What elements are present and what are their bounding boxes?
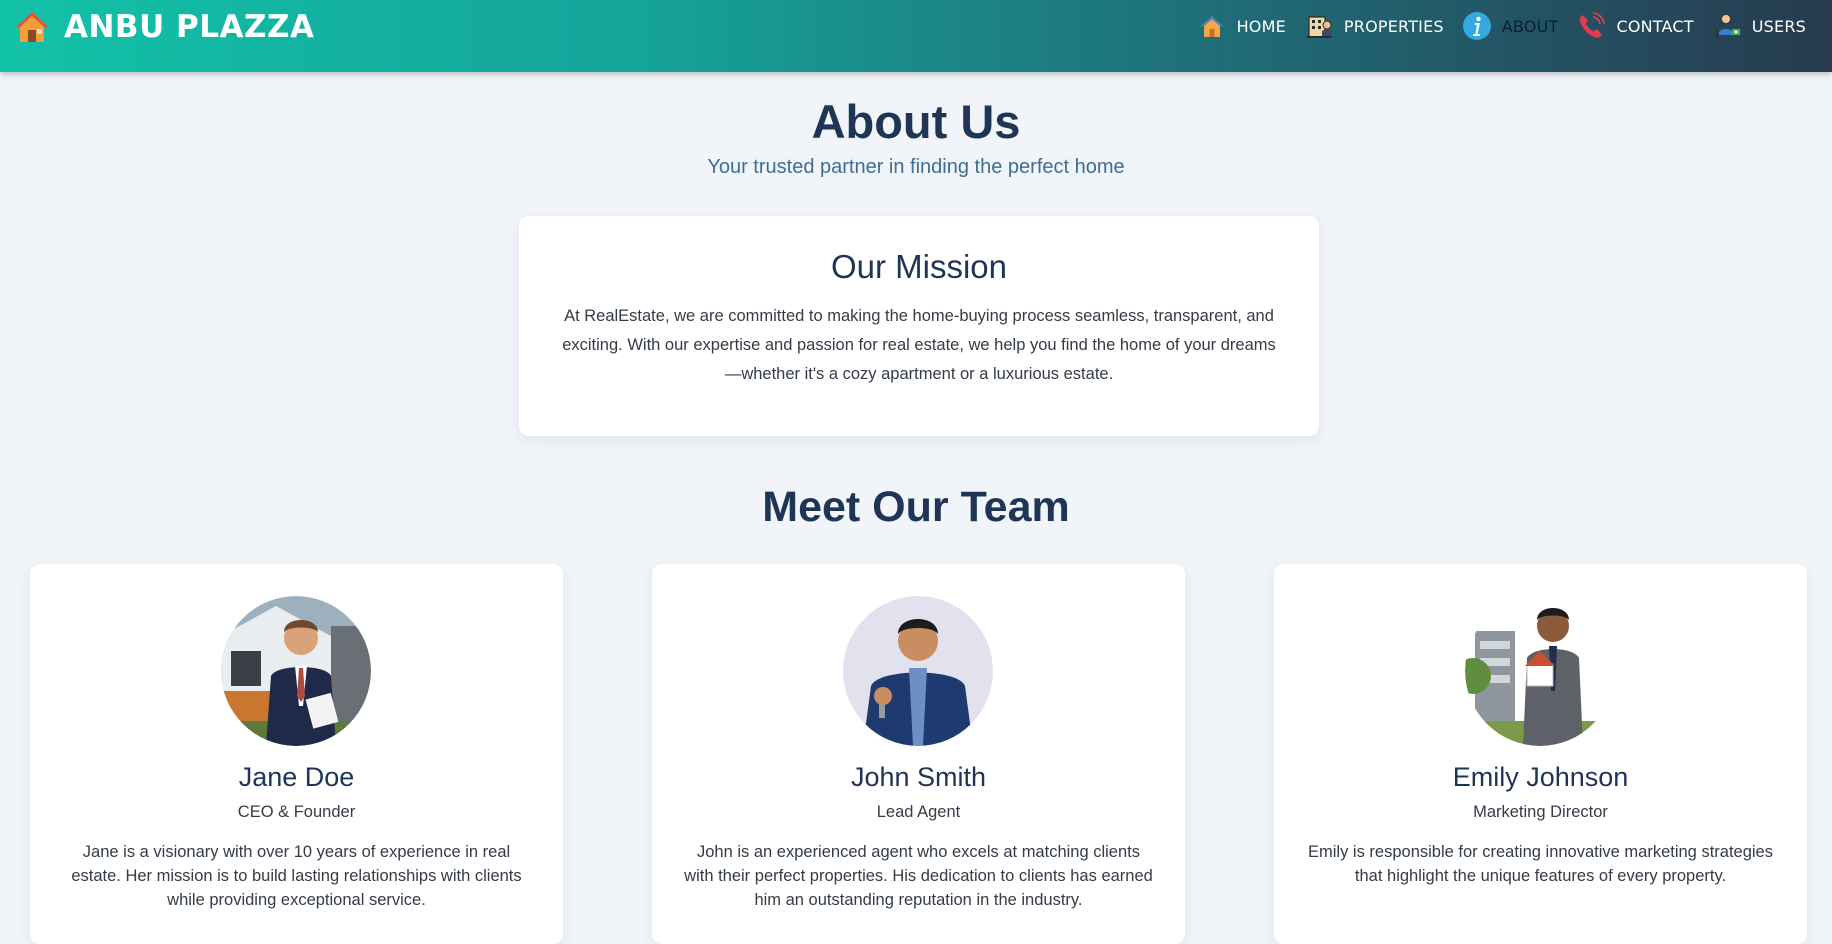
- house-icon: [16, 12, 48, 42]
- nav-about[interactable]: ABOUT: [1462, 11, 1559, 41]
- member-bio: Jane is a visionary with over 10 years o…: [71, 843, 522, 909]
- main-nav: HOME PROPERTIES ABOUT CONTACT USERS: [1197, 10, 1806, 42]
- team-title: Meet Our Team: [762, 483, 1070, 531]
- member-bio: John is an experienced agent who excels …: [684, 843, 1153, 909]
- team-member-photo: [1465, 596, 1615, 746]
- page-title: About Us: [811, 95, 1021, 148]
- mission-card: Our Mission At RealEstate, we are commit…: [519, 216, 1319, 436]
- house-icon: [1200, 16, 1223, 37]
- member-role: Marketing Director: [1473, 803, 1608, 821]
- member-name: Emily Johnson: [1452, 762, 1629, 792]
- member-role: CEO & Founder: [237, 803, 356, 821]
- brand[interactable]: ANBU PLAZZA: [14, 8, 314, 46]
- member-name: Jane Doe: [238, 762, 355, 792]
- building-icon: [1306, 16, 1332, 38]
- nav-properties-label: PROPERTIES: [1343, 16, 1444, 36]
- team-card: Emily Johnson Marketing Director Emily i…: [1274, 564, 1807, 944]
- nav-about-label: ABOUT: [1501, 16, 1559, 36]
- member-bio: Emily is responsible for creating innova…: [1308, 843, 1773, 885]
- member-role: Lead Agent: [876, 803, 961, 821]
- nav-properties[interactable]: PROPERTIES: [1304, 11, 1444, 41]
- mission-text: At RealEstate, we are committed to makin…: [562, 307, 1276, 383]
- team-member-photo: [221, 596, 371, 746]
- member-name: John Smith: [850, 762, 987, 792]
- nav-contact[interactable]: CONTACT: [1576, 11, 1694, 41]
- team-member-photo: [843, 596, 993, 746]
- team-card: Jane Doe CEO & Founder Jane is a visiona…: [30, 564, 563, 944]
- nav-contact-label: CONTACT: [1616, 16, 1694, 36]
- phone-icon: [1580, 12, 1606, 38]
- nav-users-label: USERS: [1751, 16, 1806, 36]
- nav-home[interactable]: HOME: [1197, 11, 1286, 41]
- mission-title: Our Mission: [830, 248, 1008, 285]
- nav-home-label: HOME: [1236, 16, 1286, 36]
- top-navbar: ANBU PLAZZA HOME PROPERTIES ABOUT CONTAC…: [0, 0, 1832, 72]
- page-subtitle: Your trusted partner in finding the perf…: [707, 156, 1125, 178]
- info-icon: [1462, 12, 1491, 40]
- user-icon: [1715, 14, 1740, 39]
- team-card: John Smith Lead Agent John is an experie…: [652, 564, 1185, 944]
- brand-name: ANBU PLAZZA: [64, 9, 315, 45]
- nav-users[interactable]: USERS: [1712, 11, 1806, 41]
